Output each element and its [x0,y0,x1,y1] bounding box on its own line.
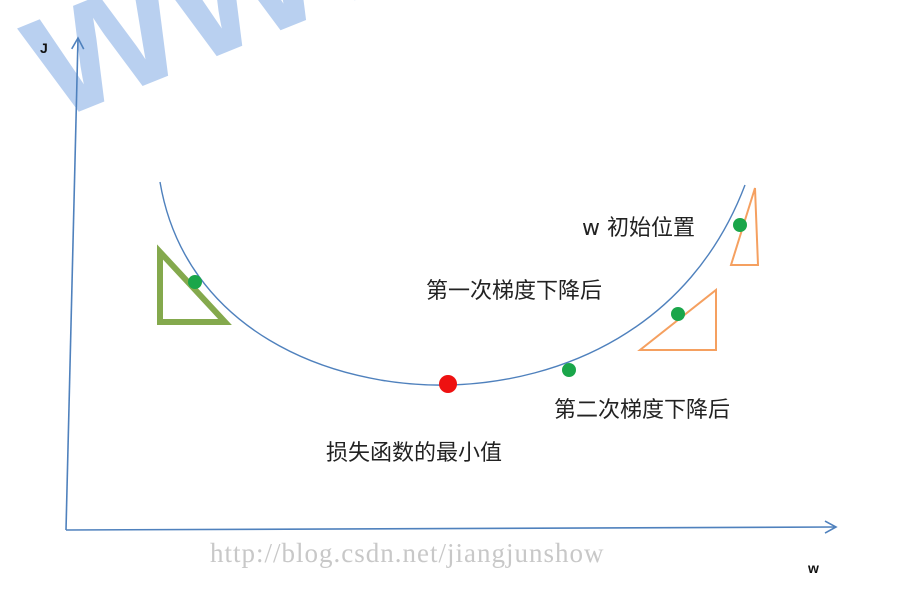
point-after-second-descent [562,363,576,377]
diagram-canvas: www.captainbe J w w 初始位置 第一次梯度下降后 第二次梯度下… [0,0,916,606]
point-left [188,275,202,289]
y-axis-label: J [40,40,48,56]
label-after-first-descent: 第一次梯度下降后 [426,279,603,304]
y-axis [65,36,85,531]
label-after-second-descent: 第二次梯度下降后 [554,398,731,423]
url-watermark: http://blog.csdn.net/jiangjunshow [210,538,605,568]
point-after-first-descent [671,307,685,321]
x-axis [65,520,838,534]
x-axis-label: w [808,560,819,576]
point-initial-position [733,218,747,232]
label-initial-position: w 初始位置 [582,216,695,241]
point-minimum [439,375,457,393]
label-loss-minimum: 损失函数的最小值 [326,441,503,466]
